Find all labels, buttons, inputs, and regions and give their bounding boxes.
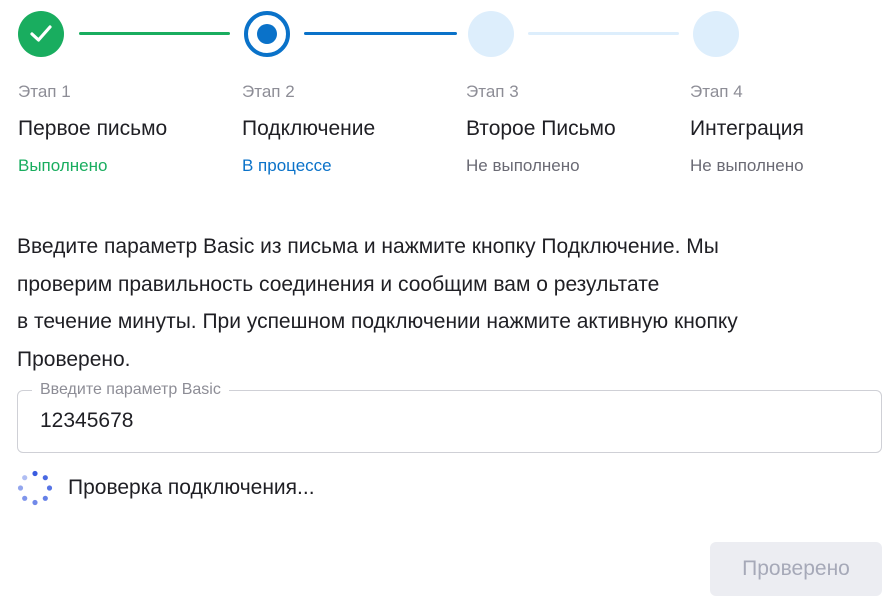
step-status: Не выполнено [466,156,580,175]
step-connector-2-3 [304,32,457,35]
basic-parameter-field[interactable]: Введите параметр Basic [17,380,882,453]
step-4-indicator [693,11,739,57]
step-number: Этап 2 [242,82,295,101]
step-connector-3-4 [528,32,679,35]
step-title: Первое письмо [18,117,168,140]
step-status: Не выполнено [690,156,804,175]
step-3: Этап 3 Второе Письмо Не выполнено [466,80,676,178]
radio-dot-icon [257,24,277,44]
step-number: Этап 1 [18,82,71,101]
stepper: Этап 1 Первое письмо Выполнено Этап 2 По… [0,0,883,200]
instructions-text: Введите параметр Basic из письма и нажми… [17,228,862,378]
step-title: Подключение [242,117,376,140]
step-2-indicator [244,11,290,57]
step-number: Этап 3 [466,82,519,101]
instructions-line: в течение минуты. При успешном подключен… [17,310,738,333]
check-icon [30,25,52,42]
instructions-line: Проверено. [17,347,131,371]
step-number: Этап 4 [690,82,743,101]
basic-parameter-input[interactable] [40,409,840,433]
step-status: Выполнено [18,156,108,175]
verified-button[interactable]: Проверено [710,542,882,596]
instructions-line: Введите параметр Basic из письма и нажми… [17,235,719,258]
step-1: Этап 1 Первое письмо Выполнено [18,80,228,178]
instructions-line: проверим правильность соединения и сообщ… [17,272,660,296]
step-status: В процессе [242,156,332,175]
step-4: Этап 4 Интеграция Не выполнено [690,80,883,178]
step-3-indicator [468,11,514,57]
connection-status-text: Проверка подключения... [68,476,315,499]
basic-parameter-label: Введите параметр Basic [32,380,229,400]
step-title: Второе Письмо [466,117,616,140]
step-1-indicator [18,11,64,57]
loading-spinner-icon [17,470,53,506]
step-2: Этап 2 Подключение В процессе [242,80,452,178]
step-connector-1-2 [79,32,230,35]
step-title: Интеграция [690,117,804,140]
